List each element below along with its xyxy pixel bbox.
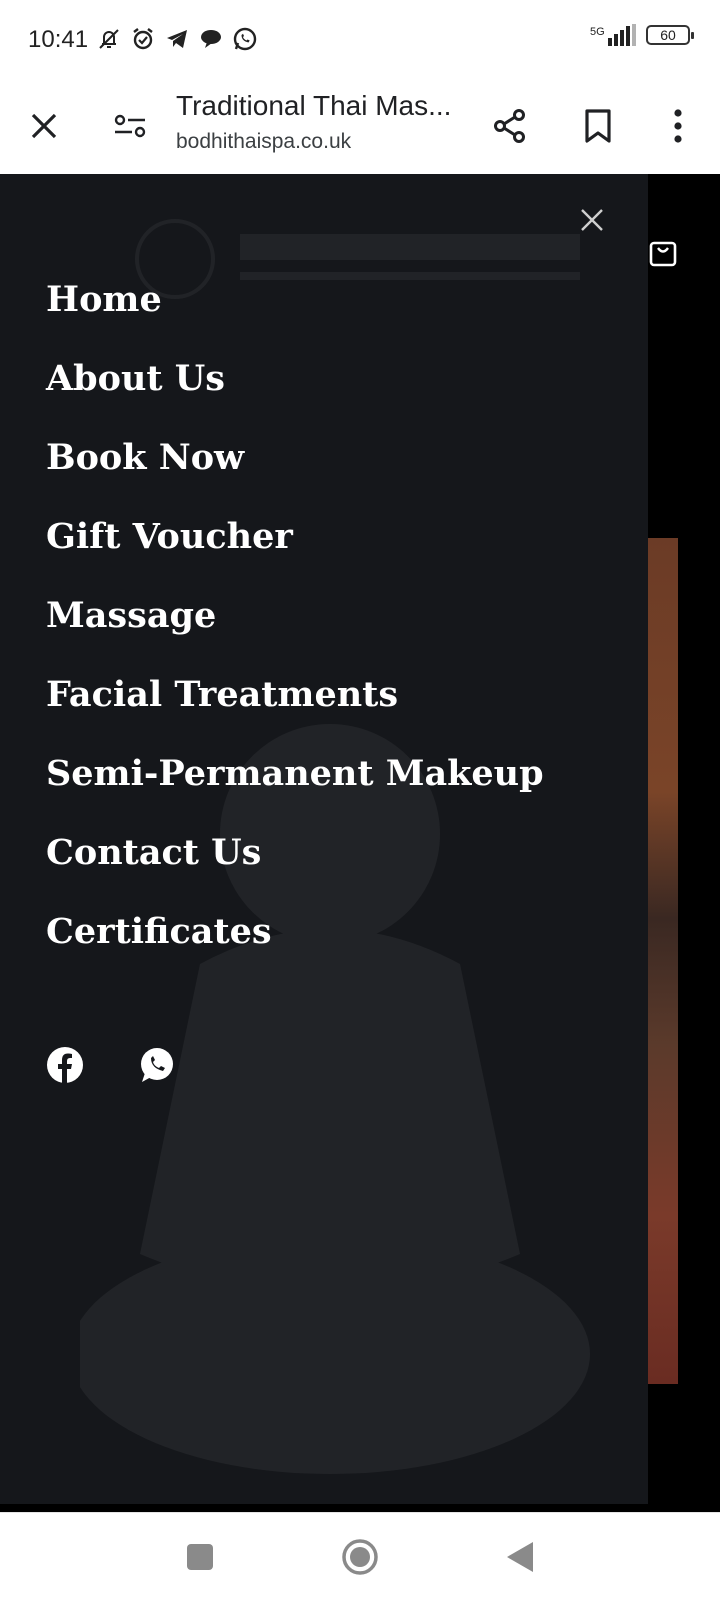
battery-level: 60 (660, 27, 676, 43)
more-vert-icon (674, 109, 682, 143)
shopping-bag-icon[interactable] (646, 236, 680, 270)
bookmark-icon (585, 109, 611, 143)
home-icon (342, 1539, 378, 1575)
alarm-icon (130, 26, 156, 52)
battery-icon: 60 (646, 25, 694, 45)
page-title[interactable]: Traditional Thai Mas... (176, 90, 466, 122)
whatsapp-icon (141, 1048, 173, 1082)
menu-item-gift-voucher[interactable]: Gift Voucher (46, 515, 544, 594)
site-settings-icon (114, 114, 146, 138)
notification-icons (96, 26, 258, 52)
home-button[interactable] (334, 1531, 386, 1583)
browser-toolbar: Traditional Thai Mas... bodhithaispa.co.… (0, 80, 720, 174)
share-button[interactable] (480, 96, 540, 156)
status-bar: 10:41 5G 60 (0, 0, 720, 80)
menu-item-home[interactable]: Home (46, 278, 544, 357)
menu-item-massage[interactable]: Massage (46, 594, 544, 673)
status-time: 10:41 (28, 26, 89, 53)
facebook-link[interactable] (46, 1046, 84, 1084)
whatsapp-link[interactable] (138, 1046, 176, 1084)
chat-icon (198, 26, 224, 52)
back-button[interactable] (494, 1531, 546, 1583)
close-menu-button[interactable] (572, 200, 612, 240)
bookmark-button[interactable] (568, 96, 628, 156)
menu-item-contact-us[interactable]: Contact Us (46, 831, 544, 910)
site-settings-button[interactable] (100, 96, 160, 156)
share-icon (494, 109, 525, 143)
menu-item-semi-permanent-makeup[interactable]: Semi-Permanent Makeup (46, 752, 544, 831)
close-icon (581, 209, 603, 231)
network-type: 5G (590, 26, 605, 38)
mute-vibrate-icon (96, 26, 122, 52)
page-url[interactable]: bodhithaispa.co.uk (176, 130, 351, 154)
back-icon (507, 1542, 533, 1572)
navigation-drawer: Home About Us Book Now Gift Voucher Mass… (0, 174, 648, 1504)
system-nav-bar (0, 1512, 720, 1600)
whatsapp-icon (232, 26, 258, 52)
close-icon (31, 113, 57, 139)
menu-item-about-us[interactable]: About Us (46, 357, 544, 436)
menu-item-facial-treatments[interactable]: Facial Treatments (46, 673, 544, 752)
menu-item-book-now[interactable]: Book Now (46, 436, 544, 515)
facebook-icon (47, 1047, 83, 1083)
close-tab-button[interactable] (14, 96, 74, 156)
recents-icon (187, 1544, 213, 1570)
telegram-icon (164, 26, 190, 52)
more-options-button[interactable] (648, 96, 708, 156)
hero-image-edge (648, 538, 678, 1384)
main-menu: Home About Us Book Now Gift Voucher Mass… (46, 278, 544, 989)
menu-item-certificates[interactable]: Certificates (46, 910, 544, 989)
social-links (46, 1046, 176, 1084)
recents-button[interactable] (174, 1531, 226, 1583)
signal-icon (608, 24, 636, 46)
